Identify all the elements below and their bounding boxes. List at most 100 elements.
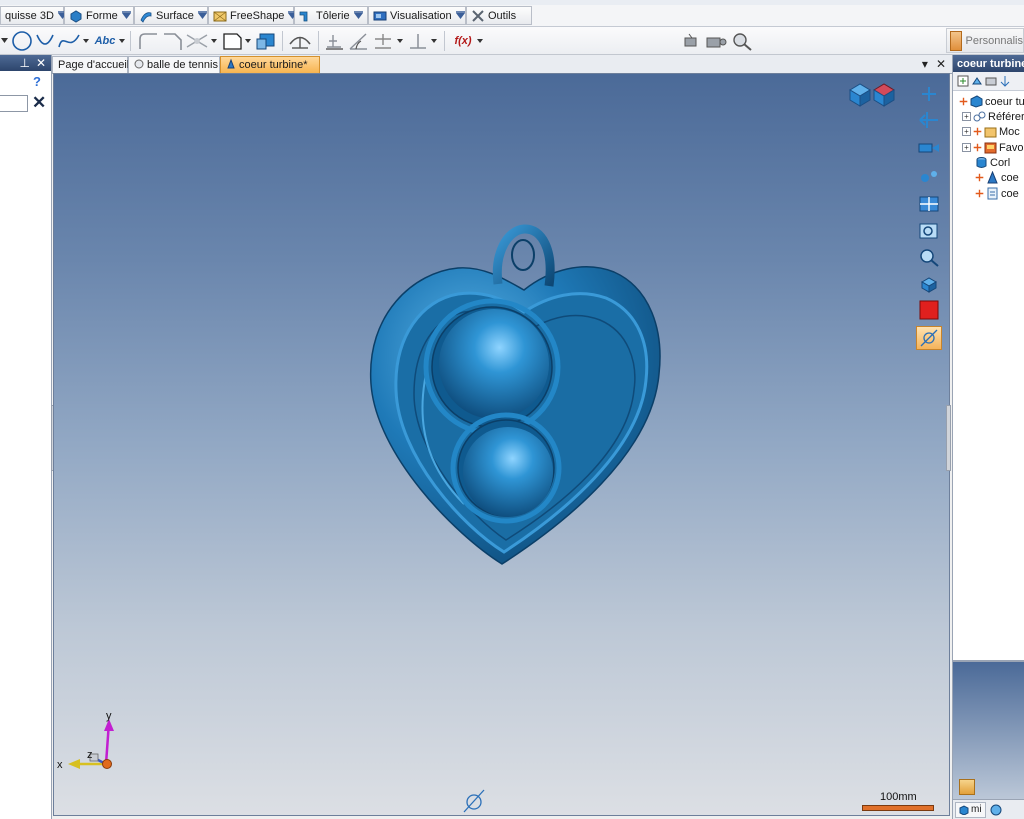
- pin-icon[interactable]: ⊥: [19, 57, 29, 69]
- expand-icon[interactable]: +: [962, 127, 971, 136]
- orient-tool-icon[interactable]: [286, 30, 314, 52]
- scale-bar-label: 100mm: [880, 791, 917, 803]
- dropdown-arrow-icon[interactable]: [82, 30, 90, 52]
- constraint-tool-icon[interactable]: [370, 30, 396, 52]
- select-filter-icon[interactable]: [916, 326, 942, 350]
- personalize-button[interactable]: Personnalis: [946, 28, 1024, 53]
- sketch-icon: [987, 171, 998, 184]
- tree-item-document[interactable]: coe: [975, 186, 1019, 201]
- zoom-icon[interactable]: [916, 246, 942, 270]
- section-view-icon[interactable]: [873, 83, 895, 107]
- perpendicular-tool-icon[interactable]: [406, 30, 430, 52]
- dropdown-arrow-icon[interactable]: [118, 30, 126, 52]
- trim-tool-icon[interactable]: [184, 30, 210, 52]
- color-swatch-button[interactable]: [916, 298, 942, 322]
- tree-item-label: coe: [1001, 187, 1019, 200]
- fit-all-icon[interactable]: [916, 272, 942, 296]
- text-tool-button[interactable]: Abc: [92, 30, 118, 52]
- navigation-hint-icon[interactable]: [463, 789, 485, 813]
- 3d-viewport[interactable]: y x z 100mm: [53, 73, 950, 816]
- fillet-tool-icon[interactable]: [136, 30, 160, 52]
- dropdown-arrow-icon[interactable]: [430, 30, 438, 52]
- tab-page-accueil[interactable]: Page d'accueil: [52, 56, 130, 73]
- tree-filter-icon[interactable]: [957, 75, 969, 87]
- offset-tool-icon[interactable]: [220, 30, 244, 52]
- dropdown-arrow-icon[interactable]: [244, 30, 252, 52]
- dropdown-arrow-icon[interactable]: [197, 8, 208, 23]
- tree-item-label: coeur tu: [985, 95, 1024, 108]
- dropdown-arrow-icon[interactable]: [476, 30, 484, 52]
- tree-refresh-icon[interactable]: [971, 75, 983, 87]
- sketch-toolbar: Abc f(x): [0, 27, 1024, 55]
- tab-label: balle de tennis: [147, 59, 218, 71]
- tab-balle-de-tennis[interactable]: balle de tennis: [128, 56, 220, 73]
- move-plus-icon[interactable]: [916, 82, 942, 106]
- close-tab-icon[interactable]: ✕: [936, 57, 946, 71]
- tab-coeur-turbine[interactable]: coeur turbine*: [220, 56, 320, 73]
- tab-label: mi: [971, 804, 982, 815]
- tree-item-root[interactable]: coeur tu: [959, 94, 1024, 109]
- shape-icon: [69, 9, 83, 23]
- camera-view-icon[interactable]: [916, 136, 942, 160]
- close-icon[interactable]: ✕: [36, 57, 46, 69]
- tree-item-label: coe: [1001, 171, 1019, 184]
- globe-icon[interactable]: [990, 804, 1002, 816]
- triad-z-label: z: [87, 749, 93, 761]
- dropdown-arrow-icon[interactable]: [0, 30, 10, 52]
- tab-mini[interactable]: mi: [955, 801, 986, 818]
- spline-tool-icon[interactable]: [56, 30, 82, 52]
- zoom-region-icon[interactable]: [730, 30, 754, 52]
- command-input[interactable]: [0, 95, 28, 112]
- axis-triad: [68, 719, 114, 769]
- circle-tool-icon[interactable]: [10, 30, 34, 52]
- tree-panel-title: coeur turbine: [953, 55, 1024, 72]
- ribbon-tab-freeshape[interactable]: FreeShape: [208, 6, 298, 25]
- split-view-icon[interactable]: [916, 192, 942, 216]
- tree-item-label: Référer: [988, 110, 1024, 123]
- right-splitter-handle[interactable]: [946, 405, 951, 471]
- ribbon-tab-tolerie[interactable]: Tôlerie: [294, 6, 368, 25]
- dropdown-arrow-icon[interactable]: [210, 30, 218, 52]
- angle-dimension-icon[interactable]: [346, 30, 370, 52]
- tree-sort-icon[interactable]: [999, 75, 1011, 87]
- dropdown-arrow-icon[interactable]: [396, 30, 404, 52]
- ribbon-tab-sketch3d[interactable]: quisse 3D: [0, 6, 67, 25]
- formula-button[interactable]: f(x): [450, 30, 476, 52]
- view-cube-icon[interactable]: [849, 83, 871, 107]
- delete-icon[interactable]: ✕: [32, 93, 46, 113]
- dropdown-arrow-icon[interactable]: [455, 8, 466, 23]
- expand-icon[interactable]: +: [962, 112, 971, 121]
- zoom-window-icon[interactable]: [916, 220, 942, 244]
- personalize-label: Personnalis: [965, 34, 1023, 47]
- arc-tool-icon[interactable]: [34, 30, 56, 52]
- tree-item-sketch[interactable]: coe: [975, 170, 1019, 185]
- preview-settings-icon[interactable]: [959, 779, 975, 795]
- move-cross-icon: [975, 189, 984, 198]
- move-cross-icon: [973, 127, 982, 136]
- tree-options-icon[interactable]: [985, 75, 997, 87]
- orbit-icon[interactable]: [916, 164, 942, 188]
- pan-icon[interactable]: [916, 108, 942, 132]
- ribbon-tab-outils[interactable]: Outils: [466, 6, 532, 25]
- dimension-tool-icon[interactable]: [322, 30, 346, 52]
- ribbon-tab-forme[interactable]: Forme: [64, 6, 134, 25]
- tree-item-models[interactable]: + Moc: [962, 124, 1020, 139]
- tree-item-references[interactable]: + Référer: [962, 109, 1024, 124]
- dropdown-arrow-icon[interactable]: [121, 8, 132, 23]
- chamfer-tool-icon[interactable]: [160, 30, 184, 52]
- ribbon-tab-surface[interactable]: Surface: [134, 6, 208, 25]
- dropdown-arrow-icon[interactable]: [353, 8, 364, 23]
- tree-item-body[interactable]: Corl: [975, 155, 1010, 170]
- tab-label: Page d'accueil: [58, 59, 130, 71]
- expand-icon[interactable]: +: [962, 143, 971, 152]
- help-icon[interactable]: ?: [33, 74, 41, 89]
- triad-x-label: x: [57, 759, 63, 771]
- heart-pendant-model[interactable]: [369, 224, 661, 565]
- chevron-down-icon[interactable]: ▾: [922, 57, 928, 71]
- tree-item-favorites[interactable]: + Favo: [962, 140, 1023, 155]
- ribbon-tab-visualisation[interactable]: Visualisation: [368, 6, 466, 25]
- project-tool-icon[interactable]: [254, 30, 278, 52]
- camera-icon[interactable]: [704, 30, 728, 52]
- viewport-canvas[interactable]: y x z: [54, 74, 950, 816]
- view-from-icon[interactable]: [680, 30, 702, 52]
